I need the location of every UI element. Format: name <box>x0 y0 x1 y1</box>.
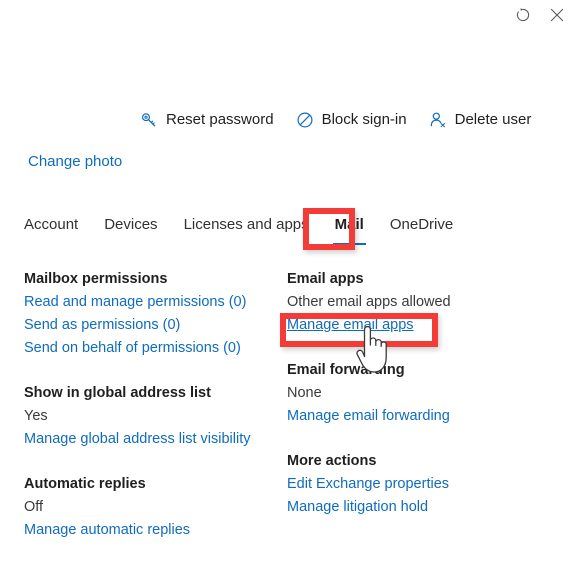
change-photo-link[interactable]: Change photo <box>28 153 122 171</box>
email-forwarding-title: Email forwarding <box>287 362 405 378</box>
block-circle-slash-icon <box>296 111 314 129</box>
email-forwarding-group: Email forwarding None Manage email forwa… <box>287 359 557 428</box>
send-as-permissions-link[interactable]: Send as permissions (0) <box>24 314 180 337</box>
email-apps-group: Email apps Other email apps allowed Mana… <box>287 268 557 337</box>
mail-settings-right-column: Email apps Other email apps allowed Mana… <box>287 268 557 519</box>
read-and-manage-permissions-link[interactable]: Read and manage permissions (0) <box>24 291 246 314</box>
mailbox-permissions-group: Mailbox permissions Read and manage perm… <box>24 268 282 360</box>
mail-settings-left-column: Mailbox permissions Read and manage perm… <box>24 268 282 542</box>
global-address-list-value: Yes <box>24 408 48 424</box>
tab-licenses-and-apps[interactable]: Licenses and apps <box>171 215 322 245</box>
tab-onedrive[interactable]: OneDrive <box>377 215 466 245</box>
mailbox-permissions-title: Mailbox permissions <box>24 271 168 287</box>
delete-user-button[interactable]: Delete user <box>429 108 532 132</box>
close-icon <box>549 7 565 23</box>
manage-automatic-replies-link[interactable]: Manage automatic replies <box>24 519 190 542</box>
more-actions-title: More actions <box>287 453 377 469</box>
email-apps-title: Email apps <box>287 271 364 287</box>
reset-password-label: Reset password <box>166 111 274 128</box>
manage-email-apps-link[interactable]: Manage email apps <box>287 314 414 337</box>
manage-litigation-hold-link[interactable]: Manage litigation hold <box>287 496 428 519</box>
block-sign-in-button[interactable]: Block sign-in <box>296 108 407 132</box>
more-actions-group: More actions Edit Exchange properties Ma… <box>287 450 557 519</box>
tab-devices[interactable]: Devices <box>91 215 170 245</box>
command-bar: Reset password Block sign-in Delete user <box>140 108 531 132</box>
edit-exchange-properties-link[interactable]: Edit Exchange properties <box>287 473 449 496</box>
tab-account[interactable]: Account <box>24 215 91 245</box>
automatic-replies-title: Automatic replies <box>24 476 146 492</box>
user-details-panel: Reset password Block sign-in Delete user <box>0 0 580 580</box>
close-button[interactable] <box>540 0 574 30</box>
reset-password-button[interactable]: Reset password <box>140 108 274 132</box>
person-delete-icon <box>429 111 447 129</box>
email-forwarding-value: None <box>287 385 322 401</box>
key-icon <box>140 111 158 129</box>
delete-user-label: Delete user <box>454 111 532 128</box>
block-sign-in-label: Block sign-in <box>321 111 407 128</box>
automatic-replies-value: Off <box>24 499 44 515</box>
global-address-list-title: Show in global address list <box>24 385 211 401</box>
email-apps-value: Other email apps allowed <box>287 294 451 310</box>
manage-global-address-list-visibility-link[interactable]: Manage global address list visibility <box>24 428 250 451</box>
automatic-replies-group: Automatic replies Off Manage automatic r… <box>24 473 282 542</box>
tab-mail[interactable]: Mail <box>322 215 377 245</box>
global-address-list-group: Show in global address list Yes Manage g… <box>24 382 282 451</box>
refresh-icon <box>515 7 531 23</box>
manage-email-forwarding-link[interactable]: Manage email forwarding <box>287 405 450 428</box>
tab-strip: Account Devices Licenses and apps Mail O… <box>24 215 466 245</box>
window-controls <box>506 0 574 30</box>
send-on-behalf-of-permissions-link[interactable]: Send on behalf of permissions (0) <box>24 337 241 360</box>
refresh-button[interactable] <box>506 0 540 30</box>
